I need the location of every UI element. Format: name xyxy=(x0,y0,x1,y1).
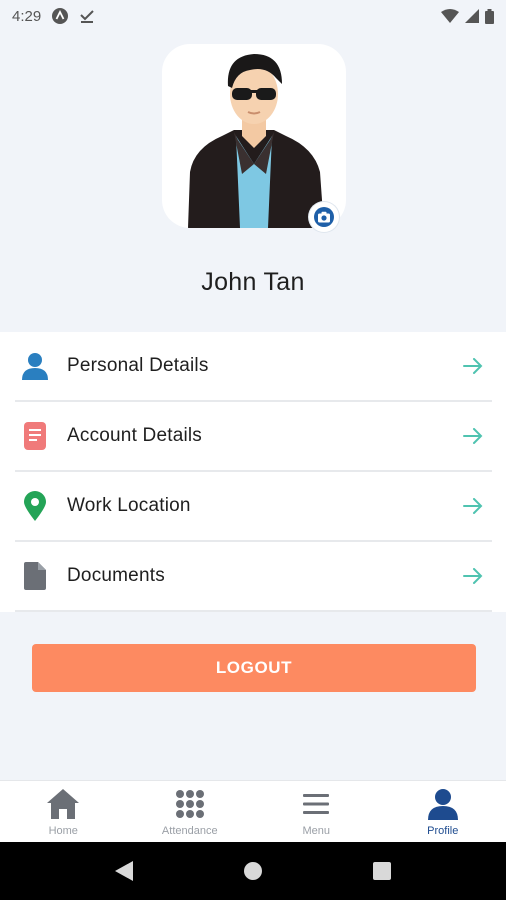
arrow-right-icon xyxy=(462,495,484,517)
download-done-icon xyxy=(79,8,95,24)
wifi-icon xyxy=(441,9,459,23)
profile-name: John Tan xyxy=(201,268,305,296)
recents-icon[interactable] xyxy=(362,851,402,891)
menu-item-label: Work Location xyxy=(67,495,191,516)
menu-item-work-location[interactable]: Work Location xyxy=(15,472,492,542)
bottom-navigation: Home Attendance Menu Profile xyxy=(0,780,506,842)
hamburger-icon xyxy=(299,787,333,821)
logout-button[interactable]: LOGOUT xyxy=(32,644,476,692)
signal-icon xyxy=(465,9,479,23)
nav-label: Profile xyxy=(427,825,459,837)
menu-item-label: Account Details xyxy=(67,425,203,446)
app-notification-icon xyxy=(51,7,69,25)
arrow-right-icon xyxy=(462,355,484,377)
arrow-right-icon xyxy=(462,565,484,587)
document-list-icon xyxy=(21,421,49,451)
back-icon[interactable] xyxy=(104,851,144,891)
nav-label: Attendance xyxy=(161,825,218,837)
profile-avatar[interactable] xyxy=(162,44,346,228)
home-circle-icon[interactable] xyxy=(233,851,273,891)
home-icon xyxy=(46,787,80,821)
profile-menu: Personal Details Account Details Work Lo… xyxy=(0,332,506,612)
nav-item-home[interactable]: Home xyxy=(0,781,127,842)
change-photo-button[interactable] xyxy=(309,202,339,232)
menu-item-account-details[interactable]: Account Details xyxy=(15,402,492,472)
menu-item-label: Personal Details xyxy=(67,355,209,376)
camera-icon xyxy=(314,207,334,227)
person-icon xyxy=(21,351,49,381)
menu-item-personal-details[interactable]: Personal Details xyxy=(15,332,492,402)
grid-icon xyxy=(173,787,207,821)
file-icon xyxy=(21,561,49,591)
nav-label: Home xyxy=(48,825,78,837)
battery-icon xyxy=(485,8,494,24)
map-pin-icon xyxy=(21,491,49,521)
status-time: 4:29 xyxy=(12,7,42,25)
nav-label: Menu xyxy=(302,825,331,837)
arrow-right-icon xyxy=(462,425,484,447)
status-bar: 4:29 xyxy=(0,0,506,32)
nav-item-attendance[interactable]: Attendance xyxy=(127,781,254,842)
avatar-illustration xyxy=(188,54,324,228)
nav-item-profile[interactable]: Profile xyxy=(380,781,506,842)
nav-item-menu[interactable]: Menu xyxy=(253,781,380,842)
menu-item-documents[interactable]: Documents xyxy=(15,542,492,612)
system-navigation-bar xyxy=(0,842,506,900)
person-icon xyxy=(426,787,460,821)
menu-item-label: Documents xyxy=(67,565,165,586)
